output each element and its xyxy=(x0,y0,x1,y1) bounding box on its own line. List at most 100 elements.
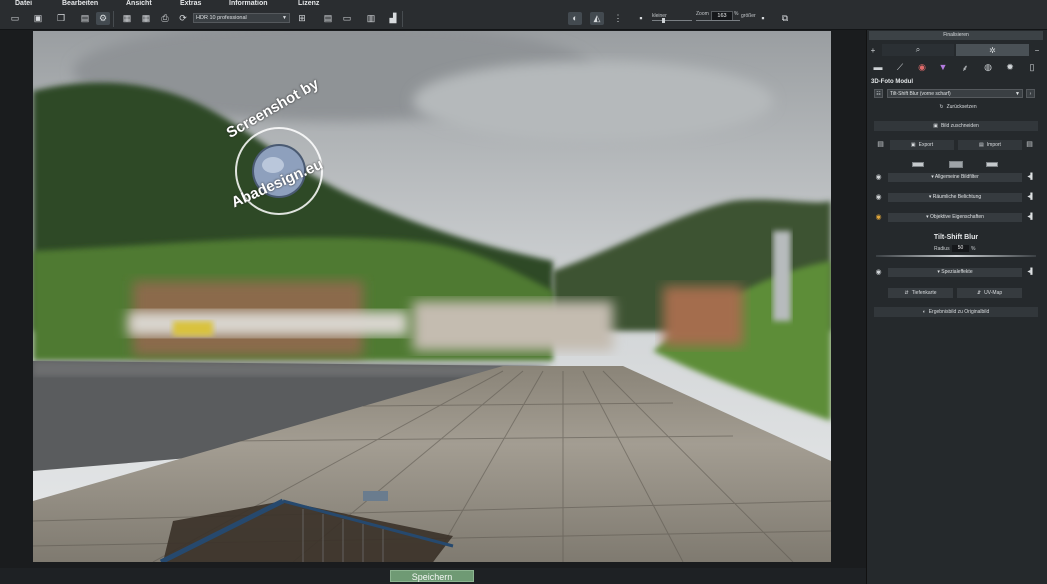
module-preset-label: Tilt-Shift Blur (vorne scharf) xyxy=(890,91,951,97)
reset-label: Zurücksetzen xyxy=(946,104,977,110)
pin-icon[interactable]: ◂▌ xyxy=(1026,193,1036,202)
search-icon: ⌕ xyxy=(915,45,921,54)
section-special-effects[interactable]: ▾ Spezialeffekte xyxy=(888,268,1022,277)
settings-tab[interactable]: ✲ xyxy=(956,44,1029,56)
tools-icon[interactable]: ⸙ xyxy=(957,60,973,74)
layout-option-1[interactable] xyxy=(912,162,924,167)
crop-icon: ▣ xyxy=(933,123,938,129)
open-file-icon[interactable]: ▣ xyxy=(31,12,45,25)
zoom-slider-knob[interactable] xyxy=(662,18,665,23)
layout-option-3[interactable] xyxy=(986,162,998,167)
uv-map-label: UV-Map xyxy=(984,290,1003,296)
image-icon[interactable]: ▤ xyxy=(78,12,92,25)
radius-slider[interactable] xyxy=(876,255,1036,257)
crop-button[interactable]: ▣ Bild zuschneiden xyxy=(874,121,1038,131)
grid-toggle-icon[interactable]: ☷ xyxy=(874,89,883,98)
menu-extras[interactable]: Extras xyxy=(180,0,201,7)
export-icon: ▣ xyxy=(910,142,916,148)
menu-bar: Datei Bearbeiten Ansicht Extras Informat… xyxy=(0,0,1047,9)
eye-icon[interactable]: ◐ xyxy=(568,12,582,25)
section-spatial-exposure[interactable]: ▾ Räumliche Belichtung xyxy=(888,193,1022,202)
chevron-down-icon: ▼ xyxy=(282,15,287,21)
finalize-button[interactable]: Finalisieren xyxy=(869,31,1043,40)
depth-map-icon: ⇵ xyxy=(904,290,909,296)
module-title: 3D-Foto Modul xyxy=(871,79,913,85)
chevron-down-icon: ▼ xyxy=(1015,91,1020,97)
menu-information[interactable]: Information xyxy=(229,0,268,7)
chevron-right-icon[interactable]: › xyxy=(1026,89,1035,98)
uv-map-button[interactable]: ⇵ UV-Map xyxy=(957,288,1022,298)
import-icon: ▤ xyxy=(979,142,984,148)
hand-icon[interactable]: ▪ xyxy=(756,12,770,25)
add-icon[interactable]: + xyxy=(868,44,878,56)
blur-icon[interactable]: ◍ xyxy=(980,60,996,74)
color-prism-icon[interactable]: ▼ xyxy=(935,60,951,74)
compare-icon: ◐ xyxy=(922,309,926,315)
larger-label: größer xyxy=(741,13,756,19)
zoom-slider-right[interactable] xyxy=(696,20,740,21)
layout-option-2[interactable] xyxy=(949,161,963,168)
reset-icon: ↻ xyxy=(939,104,944,110)
section-lens-properties[interactable]: ▾ Objektive Eigenschaften xyxy=(888,213,1022,222)
compare-icon[interactable]: ▥ xyxy=(364,12,378,25)
radius-value-field[interactable]: 50 xyxy=(952,245,969,252)
preset-label: HDR 10 professional xyxy=(196,15,247,21)
zoom-unit: % xyxy=(734,11,739,17)
radius-label: Radius xyxy=(934,246,950,252)
menu-ansicht[interactable]: Ansicht xyxy=(126,0,152,7)
refresh-icon[interactable]: ⟳ xyxy=(176,12,190,25)
color-wheel-icon[interactable]: ◉ xyxy=(914,60,930,74)
radius-unit: % xyxy=(971,246,976,252)
reset-button[interactable]: ↻ Zurücksetzen xyxy=(930,102,986,112)
eye-toggle-icon[interactable]: ◉ xyxy=(874,268,883,277)
copy-icon[interactable]: ❐ xyxy=(54,12,68,25)
settings-icon[interactable]: ⚙ xyxy=(96,12,110,25)
gear-icon: ✲ xyxy=(989,45,996,55)
pin-icon[interactable]: ◂▌ xyxy=(1026,173,1036,182)
search-tab[interactable]: ⌕ xyxy=(882,44,954,56)
histogram-icon[interactable]: ▟ xyxy=(386,12,400,25)
photo-canvas[interactable] xyxy=(33,31,831,562)
save-button[interactable]: Speichern xyxy=(390,570,474,582)
zoom-label: Zoom xyxy=(696,11,709,17)
minus-icon[interactable]: − xyxy=(1032,44,1042,56)
layers-icon[interactable]: ⊞ xyxy=(295,12,309,25)
zoom-slider-left[interactable] xyxy=(652,20,692,21)
uv-map-icon: ⇵ xyxy=(976,290,982,296)
image-filter-icon[interactable]: ▬ xyxy=(870,60,886,74)
toolbar: ▭ ▣ ❐ ▤ ⚙ ▦ ▦ ⎙ ⟳ ⊞ ▤ ▭ ▥ ▟ ◐ ◭ ⋮ ▪ ▪ ⧉ xyxy=(0,9,1047,30)
module-preset-select[interactable]: Tilt-Shift Blur (vorne scharf) ▼ xyxy=(887,89,1023,98)
export-button[interactable]: ▣ Export xyxy=(890,140,954,150)
eye-toggle-icon[interactable]: ◉ xyxy=(874,173,883,182)
gear-small-icon[interactable]: ✹ xyxy=(1002,60,1018,74)
preset-select[interactable]: HDR 10 professional ▼ xyxy=(193,13,290,23)
eye-toggle-active-icon[interactable]: ◉ xyxy=(874,213,883,222)
compare-result-button[interactable]: ◐ Ergebnisbild zu Originalbild xyxy=(874,307,1038,317)
depth-map-button[interactable]: ⇵ Tiefenkarte xyxy=(888,288,953,298)
grid-icon[interactable]: ▦ xyxy=(139,12,153,25)
new-file-icon[interactable]: ▭ xyxy=(8,12,22,25)
eye-toggle-icon[interactable]: ◉ xyxy=(874,193,883,202)
split-icon[interactable]: ⋮ xyxy=(611,12,625,25)
monitor-icon[interactable]: ▭ xyxy=(340,12,354,25)
camera-icon[interactable]: ▪ xyxy=(634,12,648,25)
document-icon[interactable]: ▯ xyxy=(1024,60,1040,74)
menu-lizenz[interactable]: Lizenz xyxy=(298,0,319,7)
section-general-filters[interactable]: ▾ Allgemeine Bildfilter xyxy=(888,173,1022,182)
fit-icon[interactable]: ⧉ xyxy=(778,12,792,25)
menu-datei[interactable]: Datei xyxy=(15,0,32,7)
pin-icon[interactable]: ◂▌ xyxy=(1026,213,1036,222)
menu-bearbeiten[interactable]: Bearbeiten xyxy=(62,0,98,7)
export-panel-icon[interactable]: ▤ xyxy=(876,141,885,150)
import-label: Import xyxy=(986,142,1001,148)
import-panel-icon[interactable]: ▤ xyxy=(1025,141,1034,150)
mirror-icon[interactable]: ◭ xyxy=(590,12,604,25)
save-icon[interactable]: ▦ xyxy=(120,12,134,25)
brush-icon[interactable]: ⟋ xyxy=(892,60,908,74)
import-button[interactable]: ▤ Import xyxy=(958,140,1022,150)
export-label: Export xyxy=(918,142,934,148)
pin-icon[interactable]: ◂▌ xyxy=(1026,268,1036,277)
export-icon[interactable]: ▤ xyxy=(321,12,335,25)
depth-map-label: Tiefenkarte xyxy=(911,290,937,296)
print-icon[interactable]: ⎙ xyxy=(158,12,172,25)
